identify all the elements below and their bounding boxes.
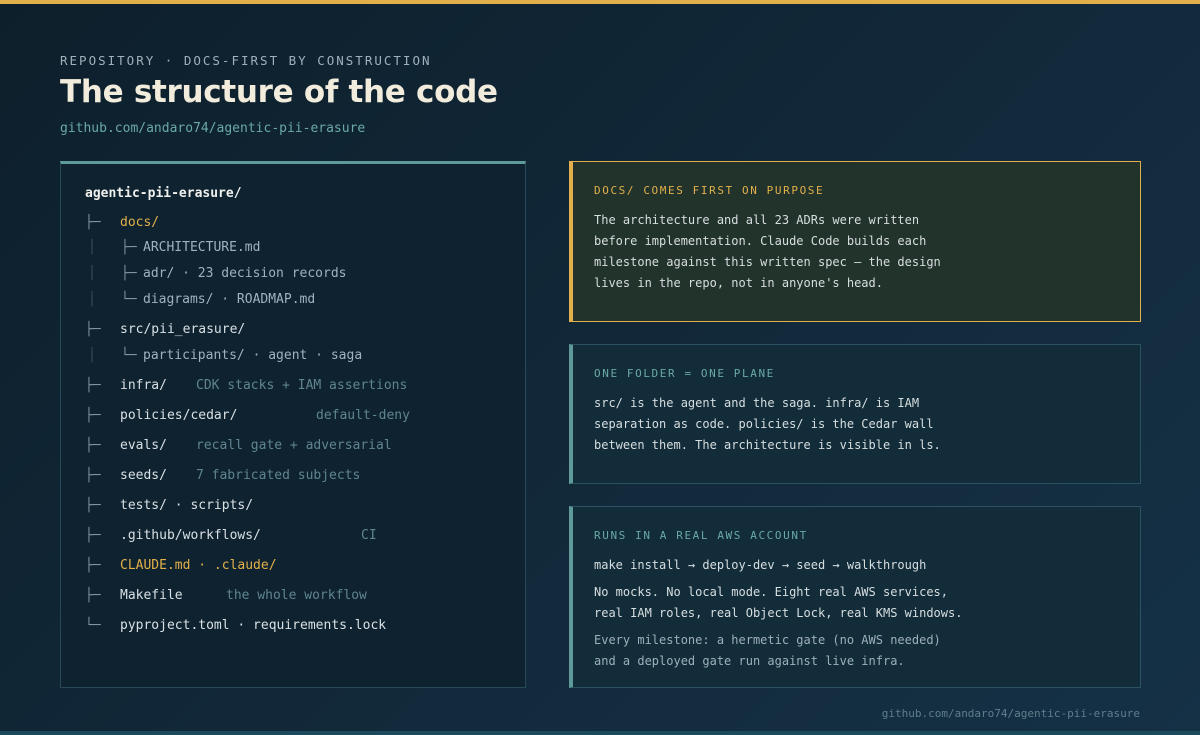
card-heading: ONE FOLDER = ONE PLANE [594,367,775,380]
pipe-glyph: │ [88,266,96,281]
file-makefile: Makefile [120,588,183,603]
branch-glyph: ├─ [85,558,101,573]
folder-policies: policies/cedar/ [120,408,238,423]
folder-diagrams: diagrams/ · ROADMAP.md [143,292,316,307]
branch-glyph: ├─ [85,528,101,543]
folder-participants: participants/ · agent · saga [143,348,363,363]
sub-branch-glyph: ├─ [121,266,137,281]
branch-glyph: ├─ [85,468,101,483]
card-text-line: No mocks. No local mode. Eight real AWS … [594,585,949,599]
tree-row-src: ├─ src/pii_erasure/ [61,322,525,342]
card-text-line: separation as code. policies/ is the Ced… [594,417,934,431]
folder-tests-scripts: tests/ · scripts/ [120,498,254,513]
card-one-folder-one-plane: ONE FOLDER = ONE PLANE src/ is the agent… [569,344,1141,484]
tree-row-participants: │ └─ participants/ · agent · saga [61,348,525,368]
card-text-line: real IAM roles, real Object Lock, real K… [594,606,963,620]
card-heading: DOCS/ COMES FIRST ON PURPOSE [594,184,825,197]
branch-glyph: ├─ [85,378,101,393]
card-note-line: and a deployed gate run against live inf… [594,654,905,668]
file-architecture: ARCHITECTURE.md [143,240,261,255]
pipe-glyph: │ [88,240,96,255]
tree-row-pyproject: └─ pyproject.toml · requirements.lock [61,618,525,638]
card-text-line: milestone against this written spec — th… [594,255,941,269]
tree-row-diagrams: │ └─ diagrams/ · ROADMAP.md [61,292,525,312]
tree-row-tests: ├─ tests/ · scripts/ [61,498,525,518]
sub-branch-glyph: ├─ [121,240,137,255]
pipe-glyph: │ [88,348,96,363]
footer-repo-url[interactable]: github.com/andaro74/agentic-pii-erasure [882,707,1140,720]
sub-last-glyph: └─ [121,292,137,307]
tree-row-claude: ├─ CLAUDE.md · .claude/ [61,558,525,578]
github-comment: CI [361,528,377,543]
branch-glyph: ├─ [85,408,101,423]
tree-row-evals: ├─ evals/ recall gate + adversarial [61,438,525,458]
card-real-aws-account: RUNS IN A REAL AWS ACCOUNT make install … [569,506,1141,688]
top-accent-bar [0,0,1200,4]
folder-evals: evals/ [120,438,167,453]
branch-glyph: ├─ [85,438,101,453]
makefile-comment: the whole workflow [226,588,367,603]
policies-comment: default-deny [316,408,410,423]
card-heading: RUNS IN A REAL AWS ACCOUNT [594,529,808,542]
directory-tree-panel: agentic-pii-erasure/ ├─ docs/ │ ├─ ARCHI… [60,161,526,688]
card-text-line: lives in the repo, not in anyone's head. [594,276,883,290]
tree-row-makefile: ├─ Makefile the whole workflow [61,588,525,608]
tree-root: agentic-pii-erasure/ [85,186,242,201]
branch-glyph: ├─ [85,588,101,603]
repo-url[interactable]: github.com/andaro74/agentic-pii-erasure [60,121,365,136]
page-title: The structure of the code [60,74,498,110]
make-command: make install → deploy-dev → seed → walkt… [594,558,927,572]
seeds-comment: 7 fabricated subjects [196,468,361,483]
card-text-line: src/ is the agent and the saga. infra/ i… [594,396,920,410]
branch-glyph: ├─ [85,322,101,337]
tree-row-policies: ├─ policies/cedar/ default-deny [61,408,525,428]
file-claude: CLAUDE.md · .claude/ [120,558,277,573]
card-text-line: The architecture and all 23 ADRs were wr… [594,213,920,227]
card-text-line: before implementation. Claude Code build… [594,234,927,248]
evals-comment: recall gate + adversarial [196,438,392,453]
card-docs-first: DOCS/ COMES FIRST ON PURPOSE The archite… [569,161,1141,322]
pipe-glyph: │ [88,292,96,307]
last-branch-glyph: └─ [85,618,101,633]
branch-glyph: ├─ [85,498,101,513]
folder-src: src/pii_erasure/ [120,322,246,337]
infra-comment: CDK stacks + IAM assertions [196,378,408,393]
tree-row-architecture: │ ├─ ARCHITECTURE.md [61,240,525,260]
tree-row-seeds: ├─ seeds/ 7 fabricated subjects [61,468,525,488]
folder-adr: adr/ · 23 decision records [143,266,347,281]
sub-last-glyph: └─ [121,348,137,363]
folder-github-workflows: .github/workflows/ [120,528,261,543]
card-text-line: between them. The architecture is visibl… [594,438,941,452]
tree-row-docs: ├─ docs/ [61,215,525,235]
page-kicker: REPOSITORY · DOCS-FIRST BY CONSTRUCTION [60,53,432,68]
folder-seeds: seeds/ [120,468,167,483]
tree-row-adr: │ ├─ adr/ · 23 decision records [61,266,525,286]
bottom-accent-bar [0,731,1200,735]
tree-row-infra: ├─ infra/ CDK stacks + IAM assertions [61,378,525,398]
folder-infra: infra/ [120,378,167,393]
tree-row-github: ├─ .github/workflows/ CI [61,528,525,548]
folder-docs: docs/ [120,215,160,230]
card-note-line: Every milestone: a hermetic gate (no AWS… [594,633,941,647]
file-pyproject: pyproject.toml · requirements.lock [120,618,387,633]
branch-glyph: ├─ [85,215,101,230]
